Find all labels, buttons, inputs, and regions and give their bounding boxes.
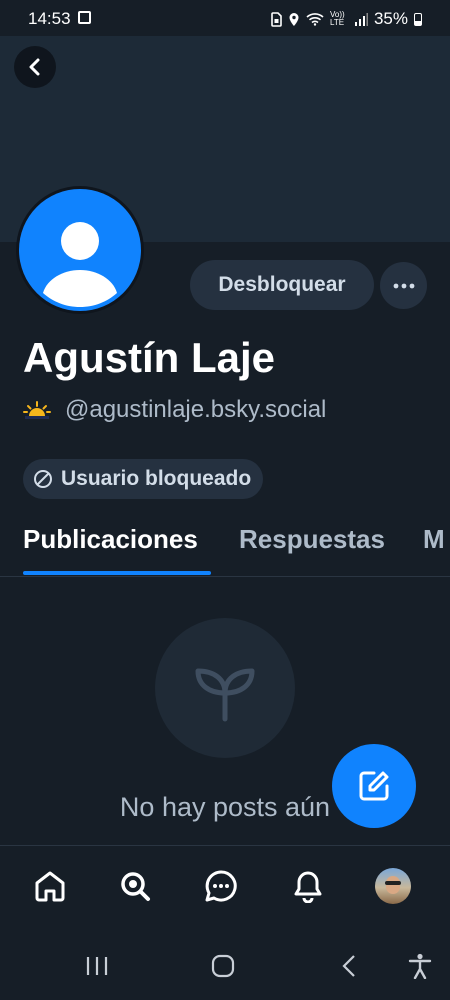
recents-button[interactable]	[82, 952, 112, 980]
sprout-icon	[195, 668, 255, 722]
profile-handle: @agustinlaje.bsky.social	[65, 396, 327, 423]
tab-respuestas[interactable]: Respuestas	[239, 524, 385, 555]
handle-row: @agustinlaje.bsky.social	[23, 396, 326, 424]
home-system-button[interactable]	[208, 952, 238, 980]
default-avatar-icon	[19, 189, 141, 311]
home-circle-icon	[211, 954, 235, 978]
accessibility-button[interactable]	[405, 952, 435, 980]
battery-percent: 35%	[373, 9, 408, 28]
back-system-button[interactable]	[334, 952, 364, 980]
nav-notifications[interactable]	[288, 866, 328, 906]
system-nav-bar	[0, 930, 450, 1000]
display-name: Agustín Laje	[23, 334, 276, 381]
profile-avatar[interactable]	[16, 186, 144, 314]
recents-icon	[86, 957, 108, 975]
nav-search[interactable]	[115, 866, 155, 906]
status-bar: 14:53 Vo)) LTE 35%	[0, 0, 450, 36]
bell-icon	[294, 871, 322, 903]
chat-icon	[205, 870, 237, 902]
profile-tabs: Publicaciones Respuestas M	[0, 516, 450, 577]
back-chevron-icon	[342, 955, 355, 977]
wifi-icon	[306, 13, 324, 26]
compose-post-button[interactable]	[332, 744, 416, 828]
home-icon	[35, 871, 65, 902]
volte-icon: Vo)) LTE	[329, 10, 345, 27]
chevron-left-icon	[29, 58, 40, 76]
nav-profile[interactable]	[373, 866, 413, 906]
compose-icon	[359, 771, 389, 801]
sunrise-icon	[23, 401, 51, 419]
blocked-status-badge: Usuario bloqueado	[23, 459, 264, 499]
battery-icon	[414, 12, 422, 26]
blocked-icon	[34, 470, 52, 488]
status-time: 14:53	[28, 9, 71, 28]
sim-icon	[271, 11, 282, 27]
bottom-nav	[0, 845, 450, 931]
back-button[interactable]	[14, 46, 56, 88]
tab-publicaciones[interactable]: Publicaciones	[23, 524, 198, 555]
active-tab-indicator	[23, 571, 211, 575]
blocked-label: Usuario bloqueado	[61, 467, 252, 490]
nav-chat[interactable]	[201, 866, 241, 906]
empty-feed-illustration	[155, 618, 295, 758]
nav-home[interactable]	[30, 866, 70, 906]
more-horizontal-icon	[393, 283, 414, 288]
location-icon	[289, 12, 299, 26]
tab-media[interactable]: M	[423, 524, 445, 555]
status-icons: Vo)) LTE 35%	[271, 9, 422, 29]
unblock-button[interactable]: Desbloquear	[190, 260, 374, 310]
search-icon	[121, 872, 150, 901]
accessibility-icon	[408, 953, 432, 979]
user-avatar	[375, 868, 411, 904]
signal-icon	[354, 12, 368, 26]
more-options-button[interactable]	[380, 262, 427, 309]
gallery-icon	[78, 11, 91, 24]
